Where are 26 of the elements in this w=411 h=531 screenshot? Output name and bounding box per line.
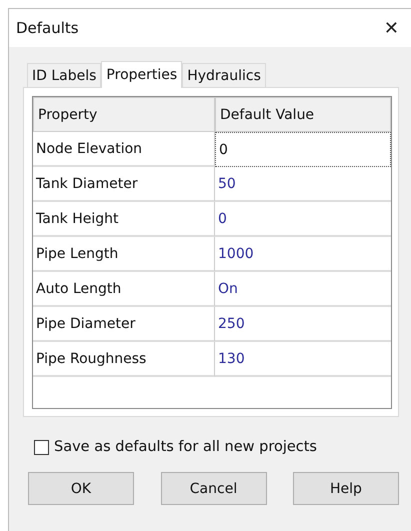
- value-cell[interactable]: 0: [215, 202, 391, 237]
- property-cell: Pipe Diameter: [33, 307, 215, 342]
- value-cell[interactable]: 250: [215, 307, 391, 342]
- property-cell: Tank Height: [33, 202, 215, 237]
- dialog-button[interactable]: OK: [28, 472, 134, 505]
- value-cell[interactable]: 50: [215, 167, 391, 202]
- tab[interactable]: Properties: [101, 61, 182, 88]
- tab[interactable]: ID Labels: [27, 63, 102, 87]
- dialog-button[interactable]: Help: [293, 472, 399, 505]
- checkbox[interactable]: [34, 440, 49, 454]
- close-button[interactable]: ✕: [380, 18, 403, 38]
- value-cell[interactable]: 130: [215, 342, 391, 377]
- checkbox-label[interactable]: Save as defaults for all new projects: [54, 439, 317, 455]
- window-title: Defaults: [16, 19, 79, 37]
- dialog-button[interactable]: Cancel: [160, 472, 266, 505]
- property-cell: Pipe Length: [33, 237, 215, 272]
- column-header[interactable]: Property: [33, 97, 215, 132]
- property-cell: Pipe Roughness: [33, 342, 215, 377]
- value-cell[interactable]: 0: [215, 132, 391, 167]
- tab[interactable]: Hydraulics: [182, 63, 266, 87]
- property-cell: Node Elevation: [33, 132, 215, 167]
- value-cell[interactable]: 1000: [215, 237, 391, 272]
- property-cell: Auto Length: [33, 272, 215, 307]
- value-cell[interactable]: On: [215, 272, 391, 307]
- property-cell: Tank Diameter: [33, 167, 215, 202]
- column-header[interactable]: Default Value: [215, 97, 391, 132]
